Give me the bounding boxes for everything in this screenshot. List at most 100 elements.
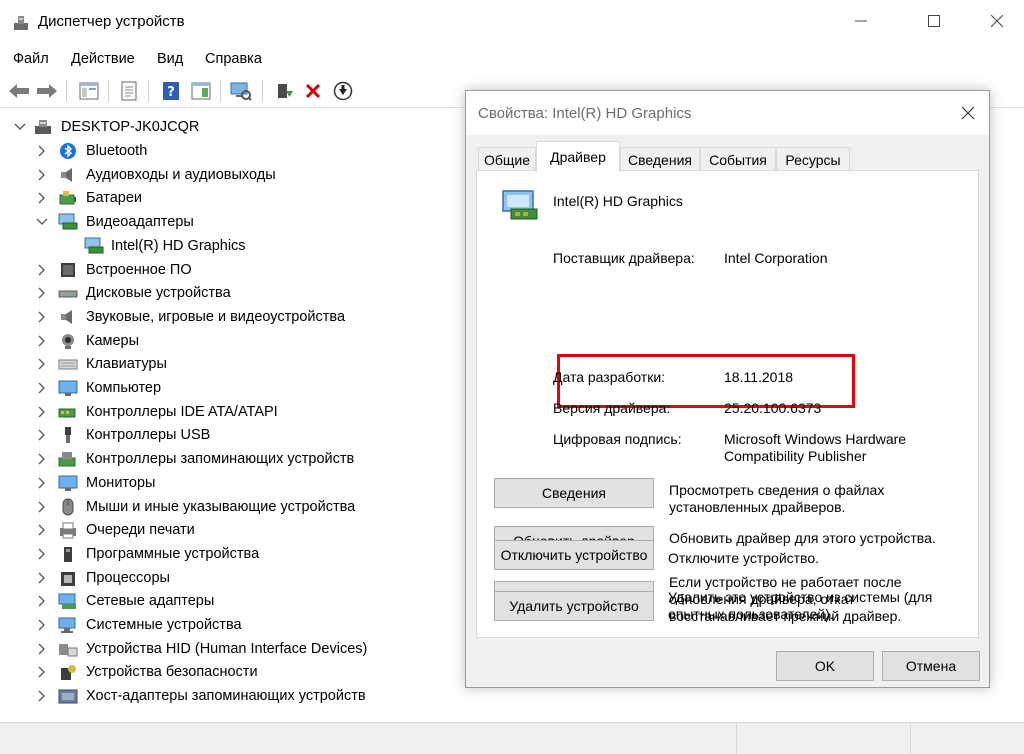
menu-help[interactable]: Справка	[205, 51, 262, 67]
chevron-right-icon[interactable]	[36, 666, 48, 678]
tree-item[interactable]: Контроллеры запоминающих устройств	[0, 448, 465, 471]
properties-button[interactable]	[116, 78, 142, 104]
close-icon	[991, 15, 1003, 27]
chevron-right-icon[interactable]	[36, 145, 48, 157]
tree-item[interactable]: Батареи	[0, 187, 465, 210]
chevron-right-icon[interactable]	[36, 358, 48, 370]
chevron-right-icon[interactable]	[36, 335, 48, 347]
chevron-right-icon[interactable]	[36, 524, 48, 536]
date-value: 18.11.2018	[724, 369, 794, 385]
action-pane-button[interactable]	[188, 78, 214, 104]
tree-item[interactable]: Аудиовходы и аудиовыходы	[0, 164, 465, 187]
close-button[interactable]	[974, 0, 1020, 42]
tree-item[interactable]: Контроллеры USB	[0, 424, 465, 447]
chevron-right-icon[interactable]	[36, 548, 48, 560]
tree-item[interactable]: Камеры	[0, 330, 465, 353]
camera-icon	[62, 333, 74, 349]
driver-details-button[interactable]: Сведения	[494, 478, 654, 508]
back-button[interactable]	[6, 78, 32, 104]
tab-general[interactable]: Общие	[478, 147, 536, 171]
tree-item[interactable]: Процессоры	[0, 567, 465, 590]
tab-resources[interactable]: Ресурсы	[776, 147, 850, 171]
monitor-icon	[58, 475, 78, 491]
tab-driver[interactable]: Драйвер	[536, 141, 620, 172]
disk-icon	[58, 290, 78, 298]
tab-details[interactable]: Сведения	[620, 147, 700, 171]
chevron-right-icon[interactable]	[36, 264, 48, 276]
menu-action[interactable]: Действие	[71, 51, 135, 67]
tree-item[interactable]: Устройства HID (Human Interface Devices)	[0, 638, 465, 661]
tree-item[interactable]: Компьютер	[0, 377, 465, 400]
ok-button[interactable]: OK	[776, 651, 874, 681]
disable-device-button[interactable]: Отключить устройство	[494, 540, 654, 570]
tree-item[interactable]: Системные устройства	[0, 614, 465, 637]
tree-item-label: Системные устройства	[86, 617, 242, 633]
signer-value-line1: Microsoft Windows Hardware	[724, 431, 907, 447]
uninstall-device-button-dialog[interactable]: Удалить устройство	[494, 591, 654, 621]
tree-item[interactable]: Сетевые адаптеры	[0, 590, 465, 613]
chevron-right-icon[interactable]	[36, 287, 48, 299]
menu-view[interactable]: Вид	[157, 51, 183, 67]
tree-item-label: Встроенное ПО	[86, 261, 192, 278]
chevron-right-icon[interactable]	[36, 169, 48, 181]
menu-bar: Файл Действие Вид Справка	[0, 46, 1024, 72]
tree-item[interactable]: Встроенное ПО	[0, 259, 465, 282]
tree-item[interactable]: Мониторы	[0, 472, 465, 495]
chevron-right-icon[interactable]	[36, 643, 48, 655]
properties-dialog: Свойства: Intel(R) HD Graphics Общие Дра…	[465, 90, 990, 688]
uninstall-device-button[interactable]	[300, 78, 326, 104]
forward-button[interactable]	[34, 78, 60, 104]
help-button[interactable]: ?	[158, 78, 184, 104]
scan-hardware-button[interactable]	[228, 78, 254, 104]
chevron-right-icon[interactable]	[36, 572, 48, 584]
tree-item[interactable]: Клавиатуры	[0, 353, 465, 376]
mouse-icon	[62, 498, 74, 515]
speaker-icon	[61, 167, 72, 182]
chevron-right-icon[interactable]	[36, 453, 48, 465]
dialog-close-button[interactable]	[954, 99, 982, 127]
chevron-right-icon[interactable]	[36, 192, 48, 204]
minimize-button[interactable]	[838, 0, 884, 42]
chevron-right-icon[interactable]	[36, 595, 48, 607]
chevron-right-icon[interactable]	[36, 429, 48, 441]
chevron-down-icon[interactable]	[14, 121, 26, 133]
show-hide-console-tree-button[interactable]	[76, 78, 102, 104]
enable-device-button[interactable]	[330, 78, 356, 104]
cancel-button[interactable]: Отмена	[882, 651, 980, 681]
tab-events[interactable]: События	[700, 147, 776, 171]
tree-item[interactable]: Хост-адаптеры запоминающих устройств	[0, 685, 465, 708]
tree-root[interactable]: DESKTOP-JK0JCQR	[0, 116, 465, 139]
device-manager-icon	[14, 16, 28, 30]
chevron-right-icon[interactable]	[36, 501, 48, 513]
chevron-right-icon[interactable]	[36, 477, 48, 489]
tree-item[interactable]: Видеоадаптеры	[0, 211, 465, 234]
update-driver-button[interactable]	[272, 78, 298, 104]
tree-item-label: Контроллеры USB	[86, 427, 211, 444]
chevron-right-icon[interactable]	[36, 619, 48, 631]
menu-file[interactable]: Файл	[13, 51, 49, 67]
chevron-right-icon[interactable]	[36, 382, 48, 394]
tree-item[interactable]: Устройства безопасности	[0, 661, 465, 684]
update-driver-desc: Обновить драйвер для этого устройства.	[669, 530, 936, 546]
chevron-right-icon[interactable]	[36, 311, 48, 323]
maximize-button[interactable]	[911, 0, 957, 42]
tree-item[interactable]: Bluetooth	[0, 140, 465, 163]
tree-item-label: Камеры	[86, 332, 140, 349]
window-title: Диспетчер устройств	[38, 13, 185, 30]
chevron-down-icon[interactable]	[36, 216, 48, 228]
tree-item[interactable]: Intel(R) HD Graphics	[0, 235, 465, 258]
tree-item-label: Устройства HID (Human Interface Devices)	[86, 640, 368, 657]
tree-item[interactable]: Дисковые устройства	[0, 282, 465, 305]
tree-item[interactable]: Контроллеры IDE ATA/ATAPI	[0, 401, 465, 424]
tree-item[interactable]: Очереди печати	[0, 519, 465, 542]
version-value: 25.20.100.6373	[724, 400, 822, 416]
tree-item[interactable]: Звуковые, игровые и видеоустройства	[0, 306, 465, 329]
version-label: Версия драйвера:	[553, 400, 671, 416]
tree-item[interactable]: Мыши и иные указывающие устройства	[0, 496, 465, 519]
red-x-icon	[305, 83, 321, 99]
chevron-right-icon[interactable]	[36, 406, 48, 418]
network-icon	[58, 593, 76, 610]
monitor-icon	[58, 380, 78, 396]
tree-item[interactable]: Программные устройства	[0, 543, 465, 566]
chevron-right-icon[interactable]	[36, 690, 48, 702]
